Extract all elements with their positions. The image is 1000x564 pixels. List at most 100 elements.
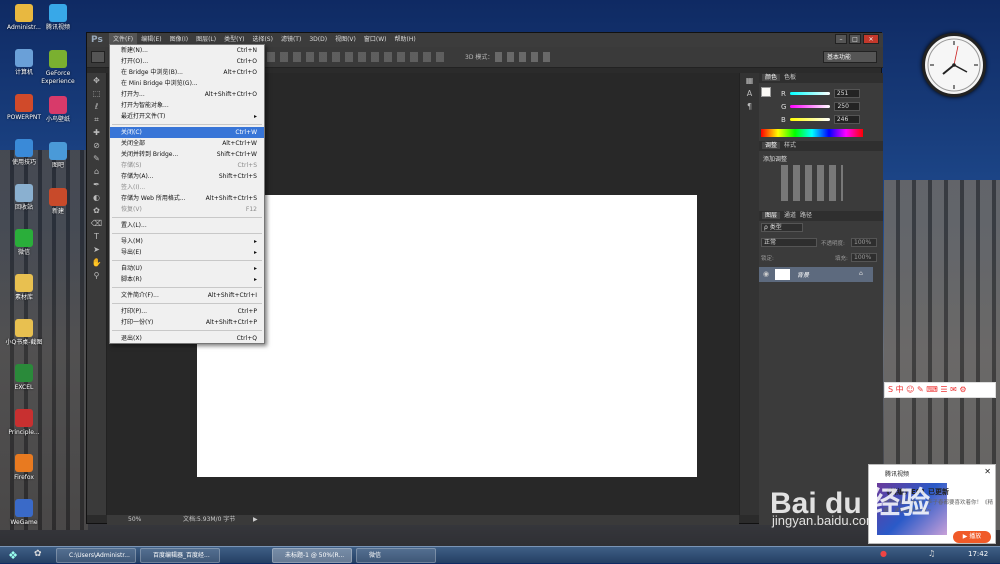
taskbar-button[interactable]: 微信 [356,548,436,563]
file-menu-item[interactable]: 打开为... Alt+Shift+Ctrl+O [110,89,264,100]
panel-tab[interactable]: 色板 [784,74,796,81]
file-menu-item[interactable]: 打印(P)... Ctrl+P [110,306,264,317]
align-buttons[interactable] [267,52,447,62]
layer-row[interactable]: ◉ 背景 ⌂ [759,267,873,282]
panel-tab[interactable]: 路径 [800,212,812,219]
tool-1-icon[interactable]: ⬚ [90,88,104,99]
file-menu-item[interactable]: 恢复(V) F12 [110,204,264,215]
panel-tab[interactable]: 样式 [784,142,796,149]
tool-4-icon[interactable]: ✚ [90,127,104,138]
close-button[interactable]: ✕ [863,34,879,44]
desktop-icon[interactable]: EXCEL [0,364,52,410]
tool-5-icon[interactable]: ⊘ [90,140,104,151]
desktop-icon[interactable]: 图吧 [30,142,86,188]
tool-14-icon[interactable]: ✋ [90,257,104,268]
tool-9-icon[interactable]: ◐ [90,192,104,203]
file-menu-item[interactable]: 新建(N)... Ctrl+N [110,45,264,56]
desktop-icon[interactable]: Firefox [0,454,52,500]
rgb-slider[interactable] [790,105,831,108]
color-spectrum[interactable] [761,129,863,137]
fill-input[interactable]: 100% [851,253,877,262]
tool-13-icon[interactable]: ➤ [90,244,104,255]
file-menu-item[interactable]: 打开为智能对象... [110,100,264,111]
file-menu-item[interactable]: 自动(U) ▸ [110,263,264,274]
panel-tab[interactable]: 通道 [784,212,796,219]
rgb-value-input[interactable]: 246 [833,115,860,124]
rgb-value-input[interactable]: 251 [833,89,860,98]
tool-11-icon[interactable]: ⌫ [90,218,104,229]
file-menu-item[interactable]: 打印一份(Y) Alt+Shift+Ctrl+P [110,317,264,328]
tool-6-icon[interactable]: ✎ [90,153,104,164]
taskbar-button[interactable]: 百度编辑器_百度经... [140,548,220,563]
desktop-icon[interactable]: 素材库 [0,274,52,320]
3d-mode-buttons[interactable] [495,52,555,62]
panel-tab[interactable]: 图层 [762,212,781,219]
file-menu-item[interactable]: 退出(X) Ctrl+Q [110,333,264,344]
rgb-slider[interactable] [789,118,830,121]
rgb-value-input[interactable]: 250 [834,102,861,111]
tool-7-icon[interactable]: ⌂ [90,166,104,177]
menu-9[interactable]: 窗口(W) [360,33,391,47]
desktop-icon[interactable]: GeForce Experience [30,50,86,96]
visibility-eye-icon[interactable]: ◉ [763,270,769,278]
file-menu-item[interactable]: 文件简介(F)... Alt+Shift+Ctrl+I [110,290,264,301]
file-menu-item[interactable]: 在 Bridge 中浏览(B)... Alt+Ctrl+O [110,67,264,78]
tool-0-icon[interactable]: ✥ [90,75,104,86]
tool-preset-button[interactable] [91,51,105,63]
volume-icon[interactable]: ♫ [928,549,935,558]
notify-play-button[interactable]: ▶ 播放 [953,531,991,543]
tray-icon[interactable]: ● [880,549,887,558]
menu-10[interactable]: 帮助(H) [391,33,420,47]
file-menu-item[interactable]: 导入(M) ▸ [110,236,264,247]
desktop-icon[interactable]: Principle... [0,409,52,455]
zoom-level[interactable]: 50% [128,515,141,525]
desktop-icon[interactable]: 微信 [0,229,52,275]
adjustment-icons-grid[interactable] [781,165,843,201]
tool-12-icon[interactable]: T [90,231,104,242]
workspace-select[interactable]: 基本功能 [823,51,877,63]
paragraph-icon[interactable]: ¶ [743,101,757,112]
rgb-slider[interactable] [789,92,830,95]
file-menu-item[interactable]: 存储(S) Ctrl+S [110,160,264,171]
layer-name[interactable]: 背景 [797,270,809,279]
sogou-ime-icon[interactable]: S [888,385,893,394]
tool-2-icon[interactable]: ℓ [90,101,104,112]
ime-toolbar[interactable]: S 中 ☺ ✎ ⌨ ☰ ✉ ⚙ [884,382,996,398]
file-menu-item[interactable]: 关闭(C) Ctrl+W [110,127,264,138]
menu-8[interactable]: 视图(V) [331,33,360,47]
tool-15-icon[interactable]: ⚲ [90,270,104,281]
notify-close-icon[interactable]: ✕ [984,467,991,476]
file-menu-item[interactable]: 签入(I)... [110,182,264,193]
file-menu-item[interactable]: 脚本(R) ▸ [110,274,264,285]
minimize-button[interactable]: – [835,34,847,44]
document-canvas[interactable] [197,195,697,477]
taskbar-button[interactable]: 未标题-1 @ 50%(R... [272,548,352,563]
status-arrow-icon[interactable]: ▶ [253,515,258,525]
blend-mode-select[interactable]: 正常 [761,238,817,247]
tool-10-icon[interactable]: ✿ [90,205,104,216]
menu-6[interactable]: 滤镜(T) [277,33,305,47]
maximize-button[interactable]: □ [849,34,861,44]
tool-8-icon[interactable]: ✒ [90,179,104,190]
file-menu-item[interactable]: 最近打开文件(T) ▸ [110,111,264,122]
layer-kind-filter[interactable]: ρ 类型 [761,223,803,232]
desktop-icon[interactable]: 腾讯视频 [30,4,86,50]
desktop-icon[interactable]: 小鸟壁纸 [30,96,86,142]
foreground-swatch[interactable] [761,87,771,97]
desktop-icon[interactable]: WeGame [0,499,52,545]
file-menu-item[interactable]: 关闭全部 Alt+Ctrl+W [110,138,264,149]
desktop-icon[interactable]: 新建 [30,188,86,234]
file-menu-item[interactable]: 导出(E) ▸ [110,247,264,258]
start-button[interactable]: ❖ [2,547,24,564]
file-menu-item[interactable]: 打开(O)... Ctrl+O [110,56,264,67]
tool-3-icon[interactable]: ⌗ [90,114,104,125]
panel-tab[interactable]: 调整 [762,142,781,149]
file-menu-item[interactable]: 存储为 Web 所用格式... Alt+Shift+Ctrl+S [110,193,264,204]
file-menu-item[interactable]: 关闭并转到 Bridge... Shift+Ctrl+W [110,149,264,160]
desktop-icon[interactable]: 小Q书桌-截图 [0,319,52,365]
taskbar-button[interactable]: C:\Users\Administr... [56,548,136,563]
opacity-input[interactable]: 100% [851,238,877,247]
menu-7[interactable]: 3D(D) [305,33,331,47]
history-icon[interactable]: ▦ [743,75,757,86]
pinned-app-icon[interactable]: ✿ [34,549,42,559]
